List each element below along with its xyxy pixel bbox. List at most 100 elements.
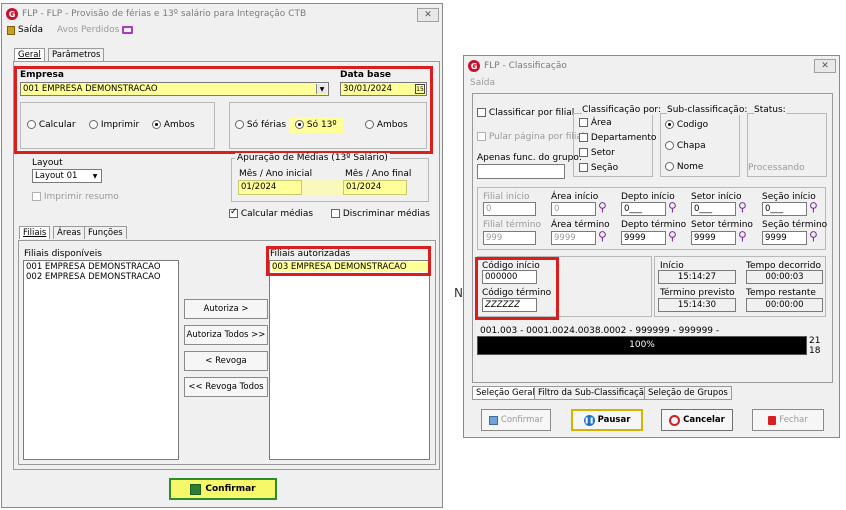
- tab-functions[interactable]: Funções: [84, 226, 127, 239]
- checkbox-icon: [32, 192, 41, 201]
- progress-bar: 100%: [477, 336, 807, 355]
- classification-label: Classificação por:: [582, 105, 661, 115]
- skip-page-check[interactable]: Pular página por filial: [477, 132, 584, 142]
- lock-icon: [768, 415, 777, 425]
- sub-code-radio[interactable]: Codigo: [665, 120, 708, 130]
- remaining-value: 00:00:00: [746, 298, 823, 312]
- revoke-button[interactable]: < Revoga: [184, 351, 268, 371]
- sub-name-radio[interactable]: Nome: [665, 162, 703, 172]
- remaining-label: Tempo restante: [746, 288, 816, 298]
- revoke-all-button[interactable]: << Revoga Todos: [184, 377, 268, 397]
- app-logo-icon: G: [6, 8, 18, 20]
- section-end-field[interactable]: 9999: [762, 231, 807, 245]
- checkbox-icon: [331, 209, 340, 218]
- tab-areas[interactable]: Áreas: [53, 226, 85, 239]
- pause-icon: ❚❚: [583, 414, 595, 426]
- authorized-list[interactable]: 003 EMPRESA DEMONSTRACAO: [269, 260, 430, 460]
- authorize-all-button[interactable]: Autoriza Todos >>: [184, 325, 268, 345]
- section-start-field[interactable]: 0___: [762, 202, 807, 216]
- branch-start-field[interactable]: 0: [483, 202, 536, 216]
- calc-averages-check[interactable]: Calcular médias: [229, 207, 313, 219]
- available-label: Filiais disponíveis: [24, 249, 102, 259]
- area-start-search-icon[interactable]: ⚲: [598, 200, 607, 214]
- list-item[interactable]: 002 EMPRESA DEMONSTRACAO: [26, 272, 176, 282]
- authorize-button[interactable]: Autoriza >: [184, 299, 268, 319]
- class-section-check[interactable]: Seção: [579, 163, 618, 173]
- section-start-search-icon[interactable]: ⚲: [809, 200, 818, 214]
- radio-icon: [665, 141, 674, 150]
- progress-percent: 100%: [629, 340, 655, 350]
- window-title: FLP - FLP - Provisão de férias e 13º sal…: [22, 9, 307, 19]
- provision-window: G FLP - FLP - Provisão de férias e 13º s…: [1, 3, 443, 508]
- classification-window: G FLP - Classificação ✕ Saída Classifica…: [463, 55, 840, 438]
- tab-groups[interactable]: Seleção de Grupos: [644, 386, 732, 400]
- branch-start-label: Filial início: [483, 192, 530, 202]
- class-by-branch-check[interactable]: Classificar por filial: [477, 108, 574, 118]
- progress-count-1: 21: [809, 336, 821, 346]
- class-area-check[interactable]: Área: [579, 118, 612, 128]
- cancel-button[interactable]: Cancelar: [661, 409, 733, 431]
- print-summary-check[interactable]: Imprimir resumo: [32, 192, 119, 202]
- avg-start-field[interactable]: 01/2024: [238, 180, 302, 195]
- sector-end-field[interactable]: 9999: [691, 231, 736, 245]
- tab-general[interactable]: Geral: [14, 48, 45, 61]
- section-end-search-icon[interactable]: ⚲: [809, 229, 818, 243]
- exit-icon: [7, 25, 15, 35]
- area-start-field[interactable]: 0: [551, 202, 596, 216]
- sector-end-search-icon[interactable]: ⚲: [738, 229, 747, 243]
- highlight-box: [475, 257, 559, 320]
- tab-selection[interactable]: Seleção Geral: [472, 386, 539, 400]
- area-end-field[interactable]: 9999: [551, 231, 596, 245]
- class-sector-check[interactable]: Setor: [579, 148, 615, 158]
- dept-start-field[interactable]: 0___: [621, 202, 666, 216]
- close-button[interactable]: Fechar: [752, 409, 824, 431]
- close-icon[interactable]: ✕: [814, 59, 836, 73]
- radio-selected-icon: [665, 120, 674, 129]
- provision-titlebar: G FLP - FLP - Provisão de férias e 13º s…: [2, 4, 442, 24]
- confirm-button[interactable]: Confirmar: [169, 478, 277, 500]
- checkbox-checked-icon: [229, 207, 238, 218]
- menu-notices[interactable]: Avos Perdidos: [57, 25, 134, 35]
- pause-button[interactable]: ❚❚ Pausar: [571, 409, 643, 431]
- area-end-search-icon[interactable]: ⚲: [598, 229, 607, 243]
- dept-start-search-icon[interactable]: ⚲: [668, 200, 677, 214]
- confirm-button[interactable]: Confirmar: [481, 409, 551, 431]
- dept-start-label: Depto início: [621, 192, 675, 202]
- menu-exit[interactable]: Saída: [7, 25, 43, 35]
- forecast-value: 15:14:30: [658, 298, 736, 312]
- section-start-label: Seção início: [762, 192, 816, 202]
- chevron-down-icon[interactable]: ▼: [90, 171, 100, 181]
- available-list[interactable]: 001 EMPRESA DEMONSTRACAO 002 EMPRESA DEM…: [23, 260, 179, 460]
- sector-start-search-icon[interactable]: ⚲: [738, 200, 747, 214]
- sub-badge-radio[interactable]: Chapa: [665, 141, 706, 151]
- close-icon[interactable]: ✕: [417, 8, 439, 22]
- only-group-label: Apenas func. do grupo:: [477, 153, 582, 163]
- menu-exit[interactable]: Saída: [470, 78, 495, 88]
- avg-separator: [302, 180, 343, 195]
- tab-parameters[interactable]: Parâmetros: [48, 48, 105, 61]
- tab-filter[interactable]: Filtro da Sub-Classificação: [534, 386, 654, 400]
- dept-end-search-icon[interactable]: ⚲: [668, 229, 677, 243]
- save-icon: [488, 415, 498, 425]
- dept-end-field[interactable]: 9999: [621, 231, 666, 245]
- classification-titlebar: G FLP - Classificação: [464, 56, 839, 76]
- checkbox-icon: [579, 133, 588, 142]
- status-value: Processando: [748, 163, 805, 173]
- branch-end-field[interactable]: 999: [483, 231, 536, 245]
- only-group-field[interactable]: [477, 164, 565, 179]
- window-title: FLP - Classificação: [484, 61, 567, 71]
- forecast-label: Término previsto: [660, 288, 735, 298]
- radio-icon: [665, 162, 674, 171]
- class-dept-check[interactable]: Departamento: [579, 133, 656, 143]
- status-label: Status:: [754, 105, 786, 115]
- app-logo-icon: G: [468, 60, 480, 72]
- tab-branches[interactable]: Filiais: [19, 226, 51, 239]
- list-item[interactable]: 001 EMPRESA DEMONSTRACAO: [26, 262, 176, 272]
- checkbox-icon: [579, 118, 588, 127]
- subclass-label: Sub-classificação:: [667, 105, 748, 115]
- avg-end-field[interactable]: 01/2024: [343, 180, 407, 195]
- disc-averages-check[interactable]: Discriminar médias: [331, 209, 430, 219]
- confirm-icon: [190, 483, 202, 495]
- cancel-icon: [669, 414, 681, 426]
- sector-start-field[interactable]: 0___: [691, 202, 736, 216]
